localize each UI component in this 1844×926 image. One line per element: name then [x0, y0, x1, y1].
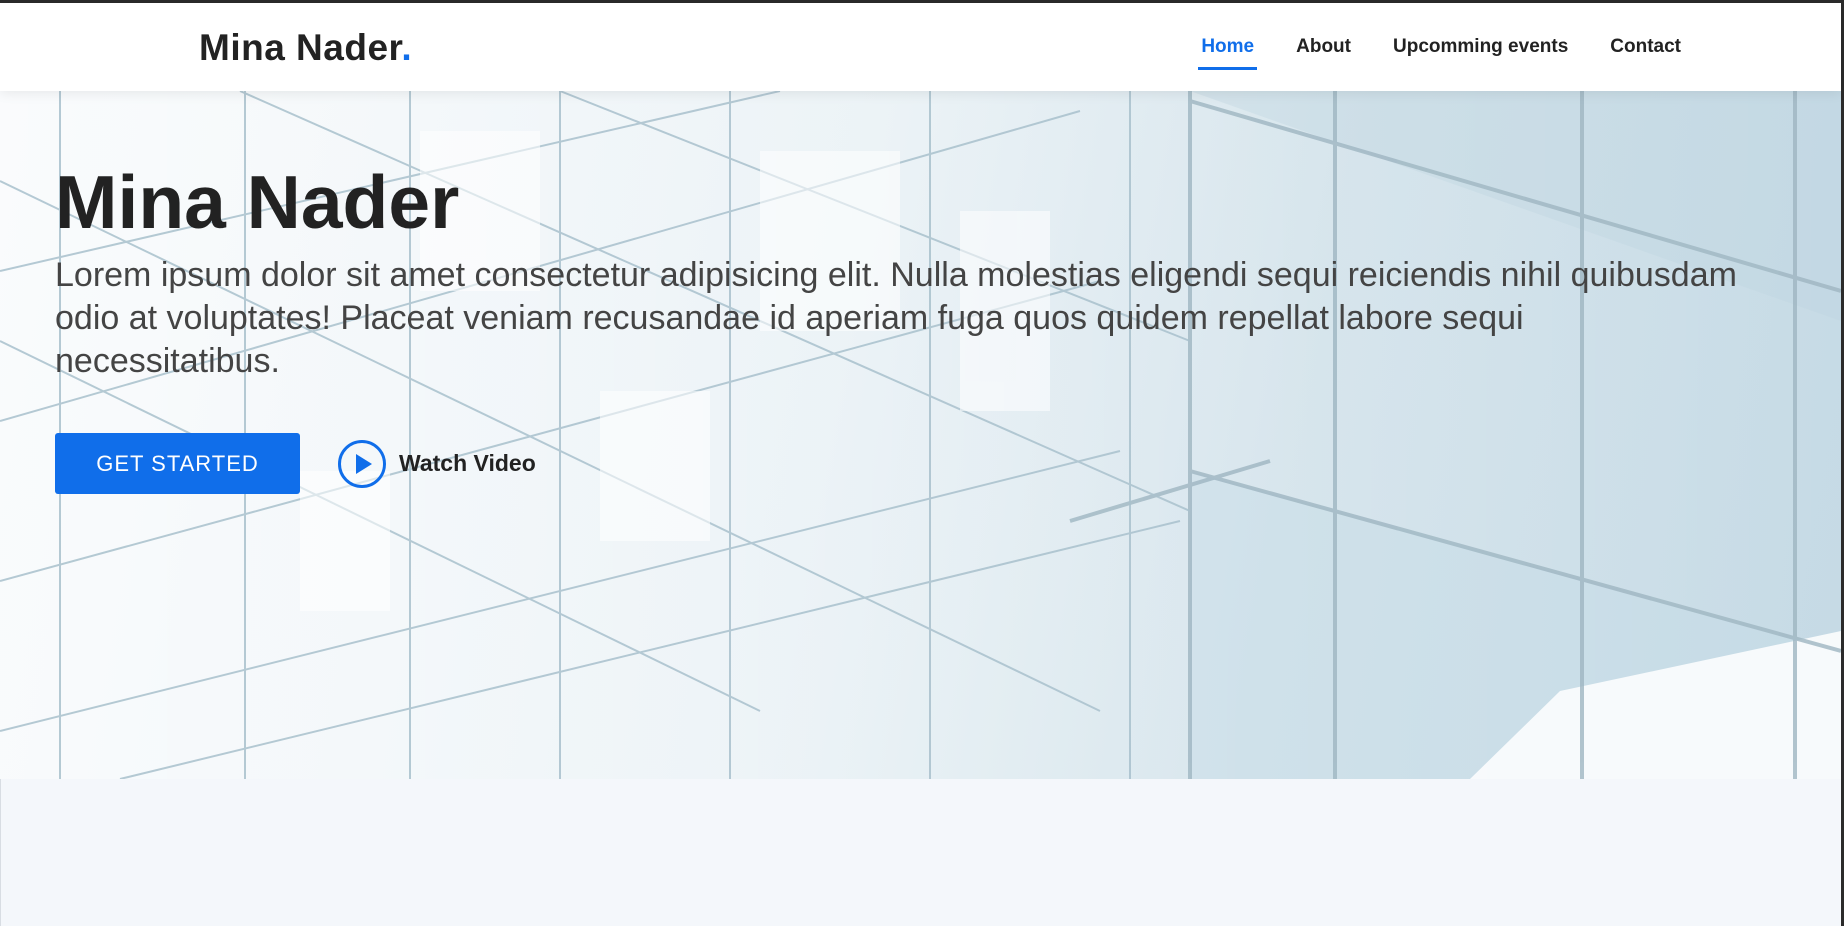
hero-section: Mina Nader Lorem ipsum dolor sit amet co… [0, 91, 1841, 779]
nav-link-contact[interactable]: Contact [1610, 36, 1681, 66]
watch-video-label: Watch Video [399, 450, 536, 477]
get-started-button[interactable]: GET STARTED [55, 433, 300, 495]
nav-link-about[interactable]: About [1296, 36, 1351, 66]
site-logo[interactable]: Mina Nader. [199, 27, 412, 69]
watch-video-button[interactable]: Watch Video [338, 439, 536, 488]
hero-description: Lorem ipsum dolor sit amet consectetur a… [55, 255, 1737, 381]
nav-link-home[interactable]: Home [1198, 36, 1257, 70]
next-section [0, 779, 1841, 926]
site-header: Mina Nader. Home About Upcomming events … [0, 3, 1841, 91]
logo-dot: . [401, 27, 413, 68]
logo-text: Mina Nader [199, 27, 402, 68]
main-nav: Home About Upcomming events Contact [1159, 36, 1681, 70]
play-icon[interactable] [338, 439, 386, 488]
hero-title: Mina Nader [55, 160, 460, 244]
hero-content: Mina Nader Lorem ipsum dolor sit amet co… [55, 160, 1755, 495]
nav-link-upcoming-events[interactable]: Upcomming events [1393, 36, 1568, 66]
hero-actions: GET STARTED Watch Video [55, 433, 1755, 495]
